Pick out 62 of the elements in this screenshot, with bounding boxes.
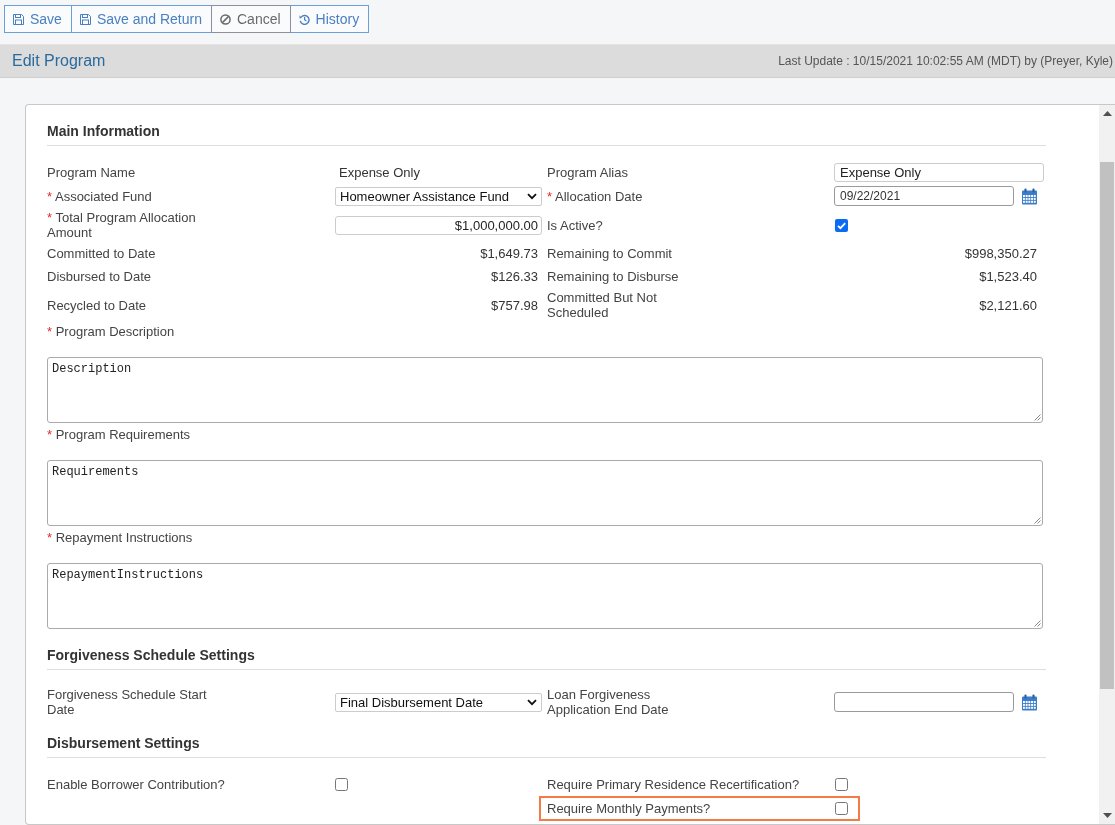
page-title: Edit Program (12, 52, 106, 70)
section-heading: Main Information (47, 123, 160, 139)
arrow-down-icon[interactable] (1102, 813, 1112, 818)
cancel-icon (220, 13, 231, 25)
history-icon (298, 13, 310, 25)
field-label: Recycled to Date (47, 297, 146, 313)
amount-value: $126.33 (491, 269, 538, 284)
last-update-text: Last Update : 10/15/2021 10:02:55 AM (MDT) by (Preyer, Kyle) (778, 54, 1113, 68)
field-label: Require Primary Residence Recertification? (547, 777, 800, 792)
text-area[interactable]: Description (47, 357, 1043, 423)
chevron-down-icon (527, 192, 537, 200)
field-label: Program Alias (547, 165, 628, 180)
field-label: Program Name (47, 165, 136, 180)
amount-value: $1,523.40 (979, 269, 1037, 284)
field-label: * Program Description (47, 324, 175, 339)
dropdown-select[interactable]: Homeowner Assistance Fund (335, 186, 542, 206)
field-label: Committed to Date (47, 246, 156, 261)
text-area[interactable]: Requirements (47, 460, 1043, 526)
section-heading: Forgiveness Schedule Settings (47, 647, 255, 663)
toolbar-button[interactable]: Cancel (211, 5, 291, 33)
field-label: * Program Requirements (47, 427, 191, 442)
field-label: * Repayment Instructions (47, 530, 193, 545)
toolbar-button[interactable]: Save and Return (70, 5, 212, 33)
scrollbar-thumb[interactable] (1100, 162, 1114, 689)
toolbar-button[interactable]: Save (4, 5, 72, 33)
dropdown-select[interactable]: Final Disbursement Date (335, 692, 542, 712)
checkbox[interactable] (835, 778, 848, 791)
field-label: Loan Forgiveness Application End Date (547, 687, 670, 717)
field-label: * Allocation Date (547, 188, 643, 204)
text-input[interactable]: Expense Only (834, 163, 1044, 182)
calendar-icon[interactable] (1021, 693, 1038, 711)
field-label: Require Monthly Payments? (547, 801, 711, 816)
field-label: Committed But Not Scheduled (547, 290, 658, 320)
toolbar-button[interactable]: History (289, 5, 370, 33)
amount-value: $1,649.73 (480, 246, 538, 261)
checkbox[interactable] (835, 802, 848, 815)
amount-value: $757.98 (491, 297, 538, 313)
field-value: Expense Only (338, 165, 420, 180)
scrollbar[interactable] (1099, 105, 1115, 824)
amount-value: $2,121.60 (979, 297, 1037, 313)
date-input[interactable]: 09/22/2021 (834, 186, 1014, 206)
field-label: Remaining to Commit (547, 246, 672, 261)
resize-grip-icon[interactable] (1033, 413, 1041, 421)
field-label: * Total Program Allocation Amount (47, 210, 197, 240)
field-label: Is Active? (547, 217, 603, 233)
chevron-down-icon (527, 698, 537, 706)
field-label: Remaining to Disburse (547, 269, 679, 284)
checkbox[interactable] (335, 778, 348, 791)
field-label: Enable Borrower Contribution? (47, 777, 225, 792)
checkbox[interactable] (835, 218, 848, 232)
field-label: Disbursed to Date (47, 269, 152, 284)
amount-value: $998,350.27 (964, 246, 1037, 261)
field-label: * Associated Fund (47, 188, 152, 204)
field-label: Forgiveness Schedule Start Date (47, 687, 208, 717)
resize-grip-icon[interactable] (1033, 516, 1041, 524)
text-area[interactable]: RepaymentInstructions (47, 563, 1043, 629)
calendar-icon[interactable] (1021, 187, 1038, 205)
resize-grip-icon[interactable] (1033, 619, 1041, 627)
section-heading: Disbursement Settings (47, 735, 200, 751)
arrow-up-icon[interactable] (1102, 111, 1112, 116)
date-input[interactable] (834, 692, 1014, 712)
amount-input[interactable]: $1,000,000.00 (335, 215, 542, 235)
